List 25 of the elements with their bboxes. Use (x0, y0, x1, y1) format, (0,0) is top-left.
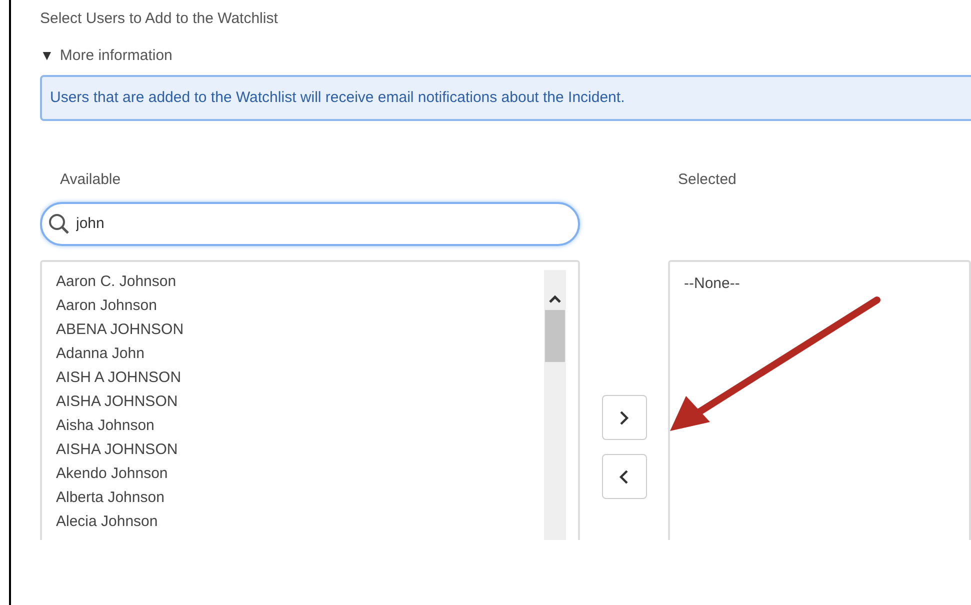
list-option[interactable]: AISHA JOHNSON (56, 438, 178, 462)
list-option[interactable]: ABENA JOHNSON (56, 318, 184, 342)
list-option[interactable]: Aaron Johnson (56, 294, 157, 318)
list-option[interactable]: Alecia Johnson (56, 510, 158, 534)
info-banner: Users that are added to the Watchlist will receive email notifications about the Incident. (40, 75, 971, 121)
list-option[interactable]: --None-- (684, 272, 740, 296)
list-option[interactable]: AISH A JOHNSON (56, 366, 182, 390)
add-button[interactable] (602, 395, 646, 440)
more-information-toggle[interactable]: ▼ More information (40, 44, 172, 67)
list-option[interactable]: Adanna John (56, 342, 144, 366)
chevron-right-icon (618, 408, 630, 426)
remove-button[interactable] (602, 454, 646, 499)
available-label: Available (60, 170, 122, 190)
list-option[interactable]: AISHA JOHNSON (56, 390, 178, 414)
list-option[interactable]: Alberta Johnson (56, 486, 164, 510)
list-option[interactable]: Aisha Johnson (56, 414, 154, 438)
search-field[interactable]: john (40, 202, 580, 246)
scroll-up-icon[interactable] (548, 294, 562, 304)
selected-label: Selected (678, 170, 738, 190)
section-title: Select Users to Add to the Watchlist (40, 9, 279, 29)
chevron-left-icon (618, 468, 630, 486)
list-option[interactable]: Akendo Johnson (56, 462, 168, 486)
search-icon (48, 212, 70, 234)
scrollbar-thumb[interactable] (545, 310, 565, 362)
list-option[interactable]: Aaron C. Johnson (56, 270, 176, 294)
